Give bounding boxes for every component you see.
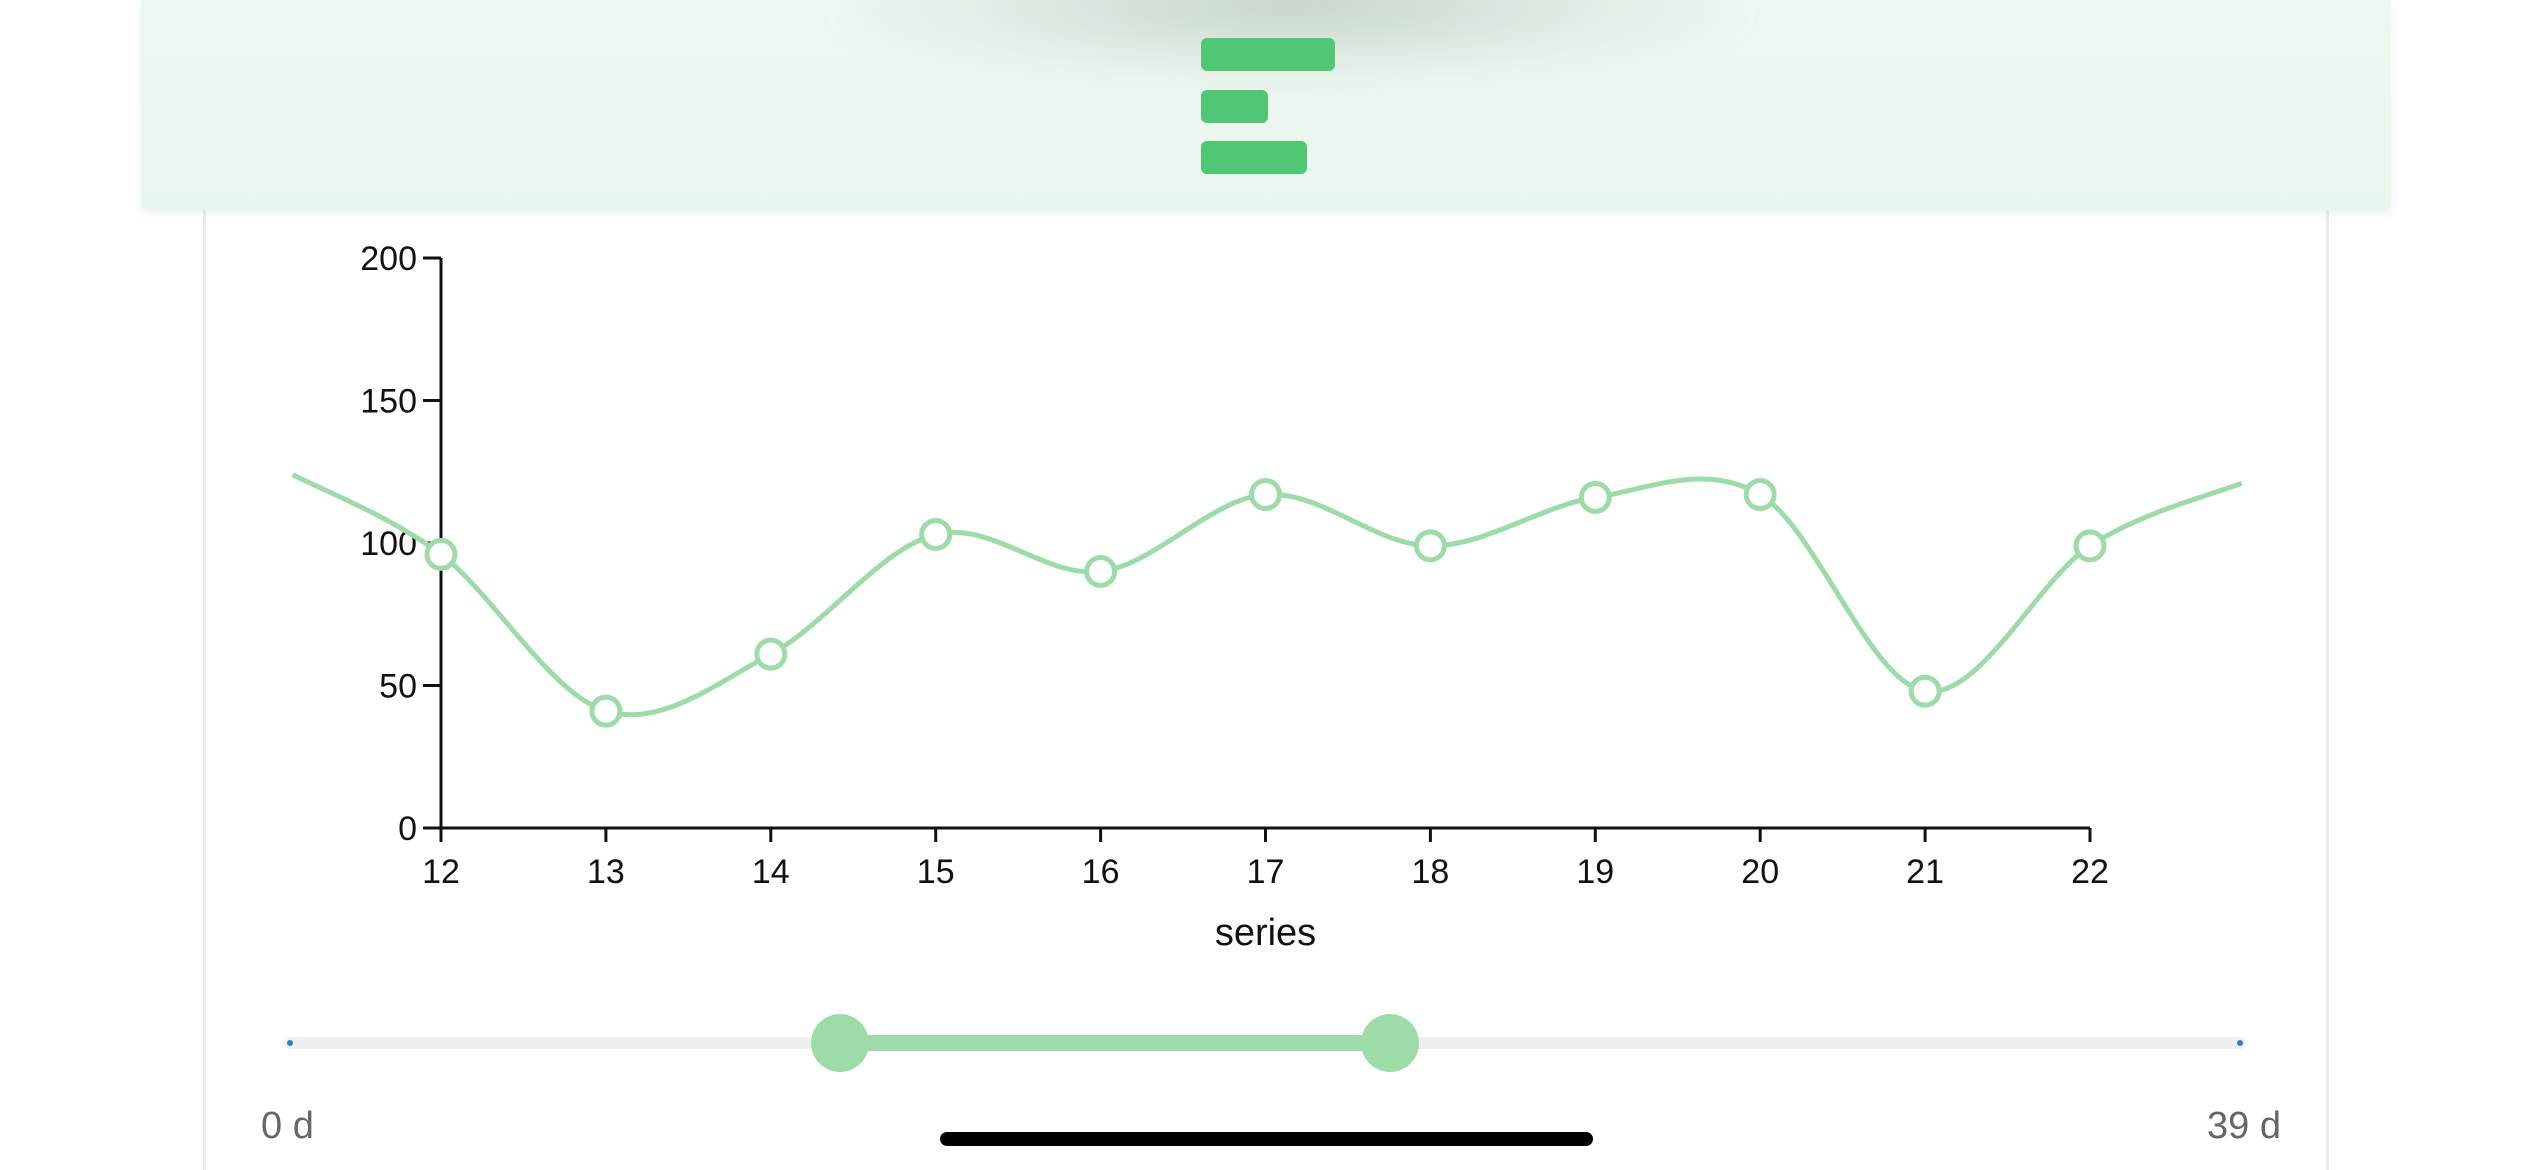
data-point[interactable] <box>1413 529 1447 563</box>
data-point[interactable] <box>1743 478 1777 512</box>
x-tick-label: 15 <box>917 853 955 891</box>
x-tick-label: 12 <box>422 853 460 891</box>
x-tick-label: 19 <box>1576 853 1614 891</box>
x-tick-label: 16 <box>1082 853 1120 891</box>
x-tick-label: 18 <box>1411 853 1449 891</box>
app-screen: 0 50 100 150 200 12 13 14 15 16 17 18 19 20 21 22 seri… <box>0 0 2532 1170</box>
y-tick-label: 150 <box>360 383 417 421</box>
x-axis-title: series <box>1215 912 1316 954</box>
slider-min-label: 0 d <box>261 1105 314 1147</box>
y-tick-label: 0 <box>398 810 417 848</box>
y-tick-label: 200 <box>360 240 417 278</box>
data-point[interactable] <box>919 517 953 551</box>
data-point[interactable] <box>424 537 458 571</box>
x-tick-label: 20 <box>1741 853 1779 891</box>
slider-handle-start[interactable] <box>811 1014 869 1072</box>
data-point[interactable] <box>1578 480 1612 514</box>
slider-handle-end[interactable] <box>1361 1014 1419 1072</box>
data-point[interactable] <box>589 694 623 728</box>
x-tick-label: 13 <box>587 853 625 891</box>
x-tick-label: 14 <box>752 853 790 891</box>
slider-track-end-right <box>2237 1040 2243 1046</box>
x-axis: 12 13 14 15 16 17 18 19 20 21 22 <box>422 826 2109 891</box>
data-point[interactable] <box>754 637 788 671</box>
x-tick-label: 21 <box>1906 853 1944 891</box>
data-point[interactable] <box>1908 674 1942 708</box>
home-indicator <box>940 1132 1593 1146</box>
data-point[interactable] <box>1249 478 1282 512</box>
data-point[interactable] <box>1084 555 1118 588</box>
range-slider[interactable] <box>284 1014 2246 1072</box>
data-points <box>424 478 2107 728</box>
line-chart: 050100150200 12 13 14 15 16 17 18 19 20 21 22 seri… <box>284 240 2246 1072</box>
x-tick-label: 22 <box>2071 853 2109 891</box>
x-tick-label: 17 <box>1247 853 1285 891</box>
data-point[interactable] <box>2073 529 2107 563</box>
slider-max-label: 39 d <box>2207 1105 2281 1147</box>
y-tick-label: 50 <box>379 668 417 706</box>
slider-track-end-left <box>287 1040 293 1046</box>
